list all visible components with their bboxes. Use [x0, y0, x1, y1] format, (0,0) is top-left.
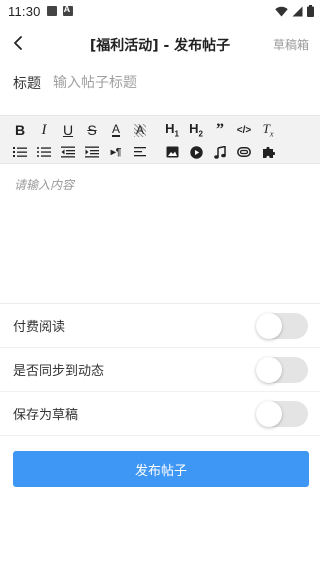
- chevron-left-icon: [14, 36, 22, 50]
- editor-toolbar: B I U S A A H1 H2 ” </> Tx ▸¶: [0, 115, 320, 164]
- ordered-list-icon: [13, 147, 27, 157]
- indent-icon: [85, 146, 99, 158]
- toolbar-row-2: ▸¶: [8, 142, 280, 162]
- video-icon: [189, 145, 203, 159]
- bold-button[interactable]: B: [8, 120, 32, 140]
- image-icon: [166, 146, 178, 158]
- battery-icon: [307, 5, 314, 17]
- toggle-row-paid-reading: 付费阅读: [0, 304, 320, 348]
- heading2-icon: H2: [189, 121, 203, 139]
- switch-knob: [256, 356, 282, 383]
- screen: 11:30 [福利活动] - 发布帖子 草稿箱 标题 B I: [0, 0, 320, 569]
- toggle-row-sync-feed: 是否同步到动态: [0, 348, 320, 392]
- italic-icon: I: [41, 121, 47, 138]
- code-icon: </>: [236, 124, 252, 136]
- image-button[interactable]: [160, 142, 184, 162]
- back-button[interactable]: [6, 31, 30, 55]
- sync-feed-switch[interactable]: [256, 356, 308, 383]
- content-placeholder: 请输入内容: [14, 178, 75, 192]
- content-editor[interactable]: 请输入内容: [0, 164, 320, 304]
- text-direction-button[interactable]: ▸¶: [104, 142, 128, 162]
- switch-knob: [256, 400, 282, 427]
- title-input[interactable]: [53, 75, 293, 91]
- italic-button[interactable]: I: [32, 120, 56, 140]
- heading1-button[interactable]: H1: [160, 120, 184, 140]
- heading2-button[interactable]: H2: [184, 120, 208, 140]
- blockquote-icon: ”: [216, 121, 224, 138]
- strikethrough-button[interactable]: S: [80, 120, 104, 140]
- ordered-list-button[interactable]: [8, 142, 32, 162]
- strikethrough-icon: S: [87, 122, 97, 138]
- status-time: 11:30: [8, 3, 41, 19]
- paid-reading-switch[interactable]: [256, 312, 308, 339]
- switch-knob: [256, 312, 282, 339]
- font-color-button[interactable]: A: [104, 120, 128, 140]
- plugin-icon: [262, 146, 275, 158]
- unordered-list-button[interactable]: [32, 142, 56, 162]
- background-color-button[interactable]: A: [128, 120, 152, 140]
- plugin-button[interactable]: [256, 142, 280, 162]
- toggle-row-save-draft: 保存为草稿: [0, 392, 320, 436]
- background-color-icon: A: [133, 122, 146, 137]
- heading1-icon: H1: [165, 121, 179, 139]
- align-icon: [134, 147, 146, 157]
- sync-feed-label: 是否同步到动态: [13, 364, 105, 379]
- drafts-button[interactable]: 草稿箱: [273, 36, 309, 53]
- text-direction-icon: ▸¶: [110, 146, 122, 158]
- signal-icon: [292, 6, 303, 16]
- paid-reading-label: 付费阅读: [13, 320, 66, 335]
- bold-icon: B: [14, 122, 26, 138]
- clear-format-button[interactable]: Tx: [256, 120, 280, 140]
- clear-format-icon: Tx: [262, 121, 274, 139]
- music-button[interactable]: [208, 142, 232, 162]
- align-button[interactable]: [128, 142, 152, 162]
- publish-post-button[interactable]: 发布帖子: [13, 451, 309, 487]
- attachment-icon: [237, 147, 251, 157]
- underline-icon: U: [62, 122, 74, 138]
- wifi-icon: [275, 6, 288, 16]
- app-notification-icon: [62, 4, 73, 16]
- toolbar-row-1: B I U S A A H1 H2 ” </> Tx: [8, 120, 280, 140]
- unordered-list-icon: [37, 147, 51, 157]
- blockquote-button[interactable]: ”: [208, 120, 232, 140]
- underline-button[interactable]: U: [56, 120, 80, 140]
- code-button[interactable]: </>: [232, 120, 256, 140]
- attachment-button[interactable]: [232, 142, 256, 162]
- music-icon: [214, 145, 226, 159]
- outdent-button[interactable]: [56, 142, 80, 162]
- video-button[interactable]: [184, 142, 208, 162]
- title-label: 标题: [13, 76, 41, 92]
- indent-button[interactable]: [80, 142, 104, 162]
- save-draft-switch[interactable]: [256, 400, 308, 427]
- title-row: 标题: [0, 64, 320, 102]
- save-draft-label: 保存为草稿: [13, 408, 79, 423]
- status-bar: 11:30: [0, 0, 320, 22]
- font-color-icon: A: [111, 121, 120, 137]
- nav-bar: [福利活动] - 发布帖子 草稿箱: [0, 22, 320, 64]
- gallery-notification-icon: [46, 6, 57, 16]
- outdent-icon: [61, 146, 75, 158]
